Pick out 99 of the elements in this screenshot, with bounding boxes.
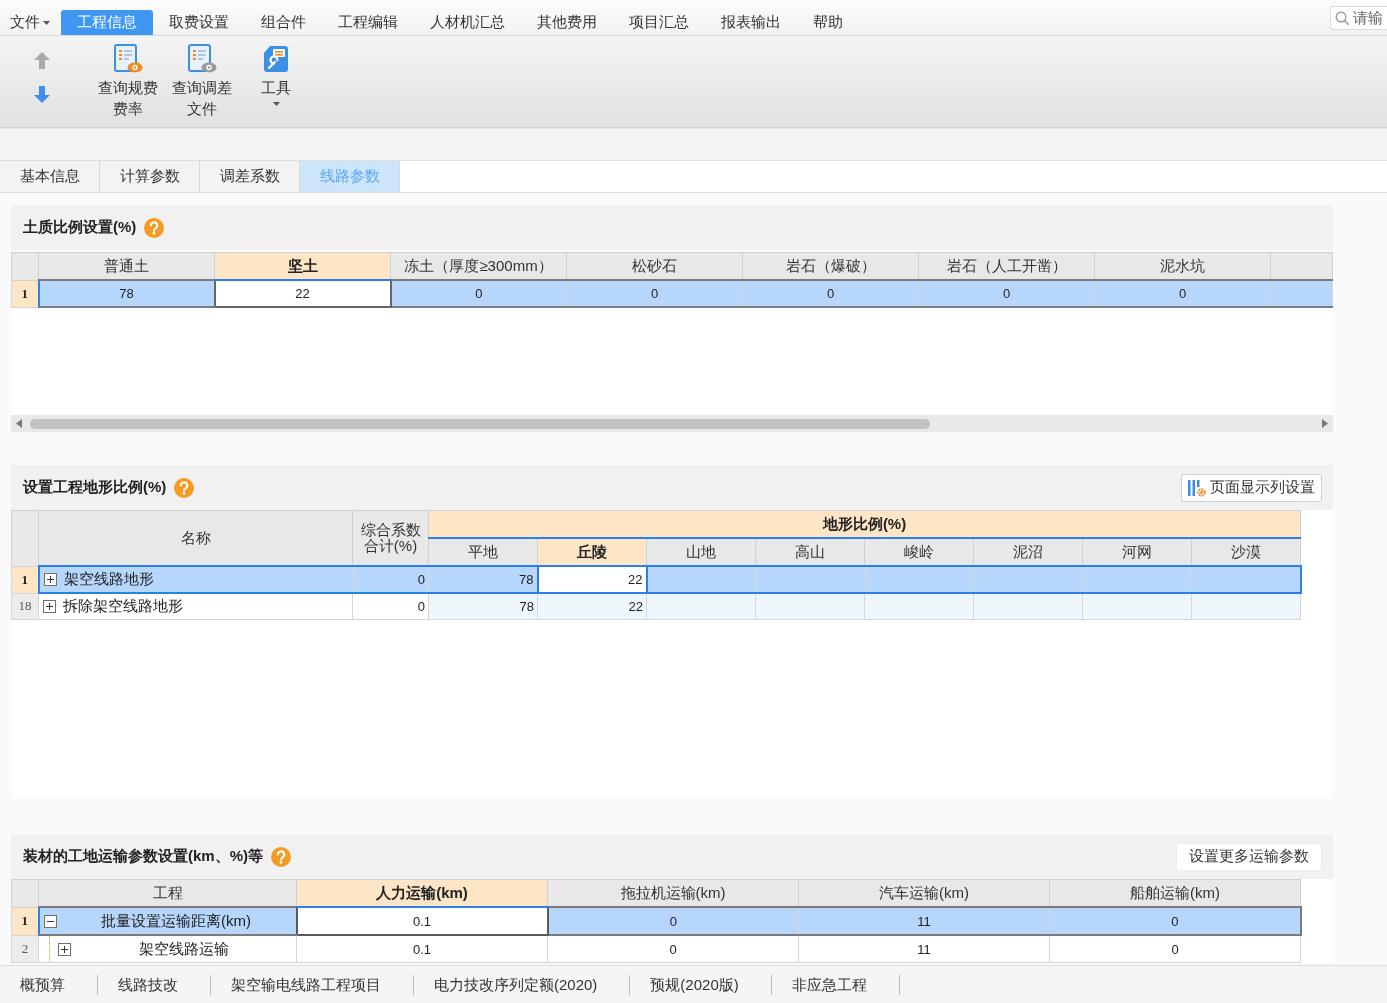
column-header: 名称: [38, 510, 353, 566]
row-number: 1: [11, 566, 39, 593]
ribbon-tab[interactable]: 人材机汇总: [414, 10, 521, 35]
table-cell: 0: [547, 907, 799, 935]
document-wrench-icon: [261, 44, 291, 74]
table-cell: 0: [390, 280, 567, 307]
section-title: 设置工程地形比例(%): [23, 478, 167, 497]
search-field[interactable]: 请输: [1330, 5, 1387, 30]
row-number: 1: [11, 907, 39, 935]
column-header: 普通土: [38, 252, 215, 280]
ribbon-tab[interactable]: 其他费用: [521, 10, 613, 35]
table-cell: 0: [547, 935, 799, 963]
row-label: 拆除架空线路地形: [63, 597, 183, 616]
column-header: 冻土（厚度≥300mm）: [390, 252, 567, 280]
column-header: 岩石（爆破）: [742, 252, 919, 280]
column-header: 坚土: [214, 252, 391, 280]
column-header: 丘陵: [537, 538, 647, 566]
page-tab[interactable]: 计算参数: [100, 161, 200, 192]
column-header: 沙漠: [1191, 538, 1301, 566]
row-label: 架空线路地形: [63, 570, 154, 589]
table-cell: 11: [798, 907, 1050, 935]
bottom-tab[interactable]: 非应急工程: [771, 974, 900, 995]
expand-icon[interactable]: [43, 573, 57, 586]
toolbar-button[interactable]: 工具: [245, 36, 307, 119]
row-number: 2: [11, 935, 39, 963]
expand-icon[interactable]: [58, 942, 71, 956]
table-cell: 78: [38, 280, 215, 307]
column-header: 综合系数合计(%): [352, 510, 429, 566]
ribbon-tab[interactable]: 帮助: [797, 10, 859, 35]
section-title: 土质比例设置(%): [23, 218, 137, 237]
table-cell: 0.1: [296, 907, 548, 935]
table-cell: 0: [1049, 935, 1301, 963]
table-cell: 22: [537, 566, 647, 593]
row-label: 批量设置运输距离(km): [100, 911, 252, 931]
column-header: 拖拉机运输(km): [547, 879, 799, 907]
column-header: 平地: [428, 538, 538, 566]
caret-icon: [43, 20, 50, 25]
table-cell: 78: [428, 566, 538, 593]
dropdown-menu[interactable]: 文件: [0, 10, 54, 35]
settings-button[interactable]: 设置更多运输参数: [1176, 842, 1322, 871]
table-cell: 11: [798, 935, 1050, 963]
help-icon[interactable]: [144, 217, 165, 238]
collapse-icon[interactable]: [43, 914, 57, 928]
column-header: 河网: [1082, 538, 1192, 566]
ribbon-tab[interactable]: 项目汇总: [613, 10, 705, 35]
table-cell: 0.1: [296, 935, 548, 963]
column-header: 峻岭: [864, 538, 974, 566]
settings-button[interactable]: 页面显示列设置: [1181, 473, 1322, 502]
help-icon[interactable]: [174, 477, 195, 498]
section-title: 装材的工地运输参数设置(km、%)等: [23, 847, 263, 866]
expand-icon[interactable]: [43, 600, 56, 613]
down-arrow-icon[interactable]: [34, 86, 50, 103]
column-header: 泥沼: [973, 538, 1083, 566]
column-header: 高山: [755, 538, 865, 566]
table-cell: 22: [537, 593, 647, 620]
ribbon-tab[interactable]: 取费设置: [153, 10, 245, 35]
document-eye-icon: [113, 44, 143, 74]
scroll-left-icon[interactable]: [16, 419, 22, 428]
column-header: 山地: [646, 538, 756, 566]
table-cell: 0: [1049, 907, 1301, 935]
row-label: 架空线路运输: [137, 939, 230, 959]
column-header: 泥水坑: [1094, 252, 1271, 280]
bottom-tab[interactable]: 电力技改序列定额(2020): [414, 974, 631, 995]
scroll-thumb[interactable]: [30, 418, 930, 429]
column-header: 岩石（人工开凿）: [918, 252, 1095, 280]
ribbon-tab[interactable]: 组合件: [245, 10, 322, 35]
ribbon-tab[interactable]: 工程编辑: [322, 10, 414, 35]
table-cell: 0: [742, 280, 919, 307]
column-header: 船舶运输(km): [1049, 879, 1301, 907]
table-cell: 22: [214, 280, 391, 307]
ribbon-tab[interactable]: 报表输出: [705, 10, 797, 35]
row-number: 1: [11, 280, 39, 307]
scrollbar-track[interactable]: [11, 415, 1333, 432]
search-icon: [1335, 10, 1349, 25]
table-cell: 0: [566, 280, 743, 307]
table-cell: 0: [352, 566, 429, 593]
table-cell: 78: [428, 593, 538, 620]
column-group-header: 地形比例(%): [428, 510, 1301, 538]
document-eye-icon: [187, 44, 217, 74]
toolbar-button[interactable]: 查询调差文件: [171, 36, 233, 119]
table-cell: 0: [352, 593, 429, 620]
page-tab[interactable]: 调差系数: [200, 161, 300, 192]
scroll-right-icon[interactable]: [1322, 419, 1328, 428]
bottom-tab[interactable]: 概预算: [0, 974, 98, 995]
table-cell: 0: [1094, 280, 1271, 307]
column-header: 松砂石: [566, 252, 743, 280]
table-cell: 0: [918, 280, 1095, 307]
toolbar-button[interactable]: 查询规费费率: [97, 36, 159, 119]
page-tab[interactable]: 基本信息: [0, 161, 100, 192]
column-header: 工程: [38, 879, 297, 907]
columns-gear-icon: [1188, 478, 1206, 497]
bottom-tab[interactable]: 预规(2020版): [630, 974, 772, 995]
help-icon[interactable]: [271, 846, 291, 867]
caret-icon: [272, 102, 280, 106]
column-header: 汽车运输(km): [798, 879, 1050, 907]
column-header: 人力运输(km): [296, 879, 548, 907]
bottom-tab[interactable]: 架空输电线路工程项目: [211, 974, 414, 995]
row-number: 18: [11, 593, 39, 620]
bottom-tab[interactable]: 线路技改: [98, 974, 211, 995]
